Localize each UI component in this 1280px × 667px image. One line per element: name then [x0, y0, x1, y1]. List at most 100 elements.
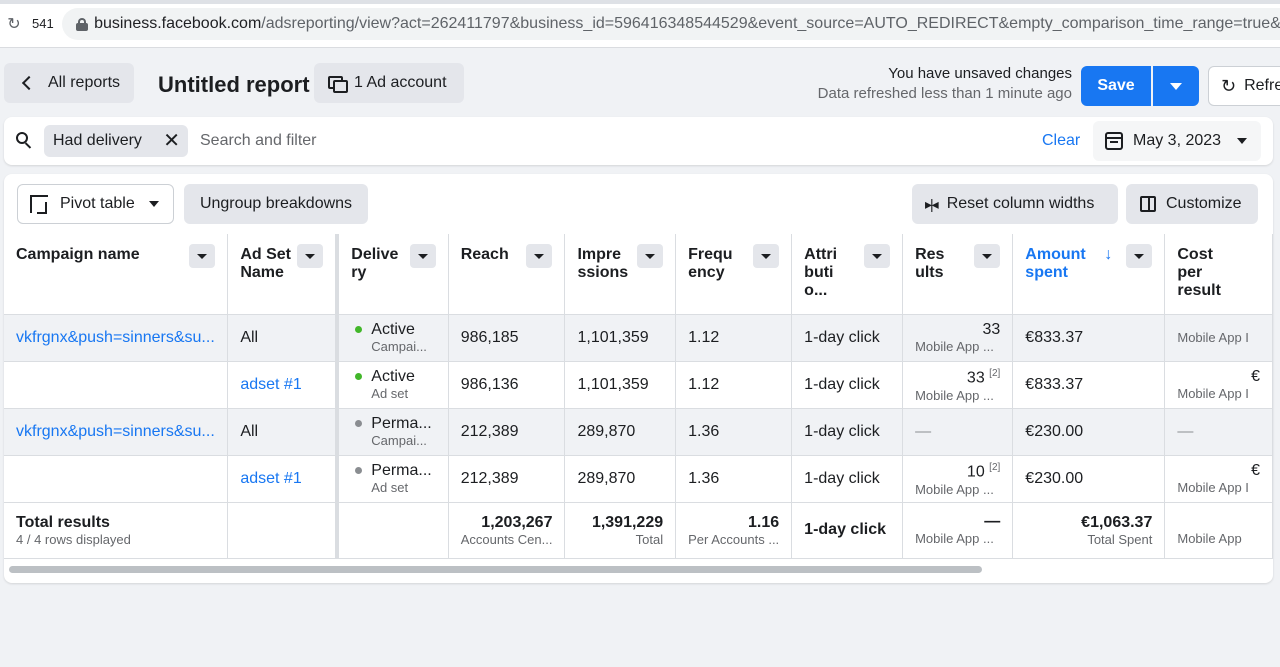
column-resize-icon: ▸|◂	[925, 195, 939, 212]
date-range-label: May 3, 2023	[1133, 132, 1222, 149]
attribution-cell: 1-day click	[791, 361, 904, 409]
delivery-status: Perma...	[371, 461, 432, 479]
column-menu-button[interactable]	[864, 244, 891, 268]
pivot-table-icon	[30, 195, 48, 214]
results-value: 33	[982, 320, 1001, 338]
results-cell: 33 [2] Mobile App ...	[902, 361, 1014, 409]
sort-descending-icon: ↓	[1104, 246, 1113, 263]
reload-icon[interactable]: ↻	[6, 14, 22, 34]
impressions-cell: 289,870	[564, 455, 677, 503]
cost-per-result-cell: € Mobile App I	[1164, 455, 1273, 503]
status-dot-inactive	[355, 466, 363, 474]
column-menu-button[interactable]	[409, 244, 436, 268]
column-menu-button[interactable]	[1126, 244, 1153, 268]
delivery-cell: Active Ad set	[337, 361, 449, 409]
total-label-cell: Total results 4 / 4 rows displayed	[4, 502, 229, 559]
filter-chip-had-delivery[interactable]: Had delivery ✕	[44, 125, 188, 157]
column-header-results[interactable]: Res ults	[902, 234, 1014, 315]
table-row[interactable]: adset #1 Perma... Ad set 212,389 289,870 …	[4, 455, 1273, 503]
footnote-marker[interactable]: [2]	[989, 462, 1000, 473]
column-header-reach[interactable]: Reach	[448, 234, 566, 315]
results-value: 10 [2]	[966, 462, 1001, 481]
column-header-cost-per-result[interactable]: Cost per result	[1164, 234, 1273, 315]
total-reach-cell: 1,203,267 Accounts Cen...	[448, 502, 566, 559]
ungroup-breakdowns-button[interactable]: Ungroup breakdowns	[184, 184, 368, 224]
column-menu-button[interactable]	[753, 244, 780, 268]
pivot-table-label: Pivot table	[60, 195, 135, 212]
ad-account-icon	[328, 76, 348, 93]
column-menu-button[interactable]	[526, 244, 553, 268]
column-header-amount-spent[interactable]: Amount spent ↓	[1012, 234, 1166, 315]
url-text[interactable]: business.facebook.com/adsreporting/view?…	[94, 15, 1280, 33]
table-row[interactable]: vkfrgnx&push=sinners&su... All Active Cam…	[4, 314, 1273, 362]
report-header: All reports Untitled report 1 Ad account…	[0, 48, 1280, 116]
column-header-impressions[interactable]: Impre ssions	[564, 234, 677, 315]
save-options-dropdown[interactable]	[1153, 66, 1199, 106]
search-input[interactable]: Search and filter	[200, 132, 317, 150]
column-header-frequency[interactable]: Frequ ency	[675, 234, 793, 315]
column-header-delivery[interactable]: Delive ry	[337, 234, 449, 315]
amount-spent-cell: €230.00	[1012, 408, 1166, 456]
column-menu-button[interactable]	[297, 244, 324, 268]
impressions-cell: 1,101,359	[564, 314, 677, 362]
reset-column-widths-button[interactable]: ▸|◂ Reset column widths	[912, 184, 1118, 224]
data-refreshed-text: Data refreshed less than 1 minute ago	[817, 85, 1072, 102]
page-title[interactable]: Untitled report	[158, 72, 310, 98]
campaign-name-link[interactable]: vkfrgnx&push=sinners&su...	[4, 408, 229, 456]
save-status: You have unsaved changes Data refreshed …	[818, 65, 1072, 102]
column-header-campaign-name[interactable]: Campaign name	[4, 234, 229, 315]
search-icon	[16, 132, 32, 148]
all-reports-button[interactable]: All reports	[4, 63, 134, 103]
results-cell: 10 [2] Mobile App ...	[902, 455, 1014, 503]
report-table: Campaign name Ad Set Name Delive ry Reac…	[4, 234, 1273, 559]
close-icon[interactable]: ✕	[163, 130, 180, 152]
delivery-level: Campai...	[371, 338, 427, 354]
footnote-marker[interactable]: [2]	[989, 368, 1000, 379]
campaign-name-link[interactable]	[4, 361, 229, 409]
date-range-picker[interactable]: May 3, 2023	[1093, 121, 1261, 161]
total-empty-cell	[337, 502, 449, 559]
clear-filters-link[interactable]: Clear	[1042, 132, 1080, 150]
column-header-ad-set-name[interactable]: Ad Set Name	[227, 234, 340, 315]
ad-set-name-link[interactable]: adset #1	[227, 455, 340, 503]
lock-icon[interactable]	[76, 17, 89, 31]
caret-down-icon	[1170, 82, 1182, 90]
results-type: Mobile App ...	[915, 481, 994, 497]
horizontal-scrollbar[interactable]	[9, 566, 982, 573]
column-menu-button[interactable]	[637, 244, 664, 268]
table-row[interactable]: vkfrgnx&push=sinners&su... All Perma... C…	[4, 408, 1273, 456]
customize-button[interactable]: Customize	[1126, 184, 1258, 224]
column-header-attribution[interactable]: Attri buti o...	[791, 234, 904, 315]
ad-account-button[interactable]: 1 Ad account	[314, 63, 464, 103]
save-button[interactable]: Save	[1081, 66, 1151, 106]
total-frequency-value: 1.16	[748, 513, 780, 531]
results-value: 33 [2]	[966, 368, 1001, 387]
total-reach-note: Accounts Cen...	[460, 531, 553, 547]
total-impressions-cell: 1,391,229 Total	[564, 502, 677, 559]
campaign-name-link[interactable]: vkfrgnx&push=sinners&su...	[4, 314, 229, 362]
total-reach-value: 1,203,267	[481, 513, 553, 531]
total-attribution-value: 1-day click	[804, 521, 886, 538]
frequency-cell: 1.12	[675, 361, 793, 409]
delivery-level: Campai...	[371, 432, 427, 448]
address-bar[interactable]: business.facebook.com/adsreporting/view?…	[62, 8, 1280, 40]
attribution-cell: 1-day click	[791, 455, 904, 503]
browser-url-bar: ↻ 541 business.facebook.com/adsreporting…	[0, 0, 1280, 48]
pivot-table-dropdown[interactable]: Pivot table	[17, 184, 174, 224]
total-cost-cell: Mobile App	[1164, 502, 1273, 559]
ad-set-name-link[interactable]: adset #1	[227, 361, 340, 409]
total-amount-value: €1,063.37	[1081, 513, 1153, 531]
reset-column-widths-label: Reset column widths	[946, 195, 1095, 212]
column-menu-button[interactable]	[189, 244, 216, 268]
campaign-name-link[interactable]	[4, 455, 229, 503]
results-type: Mobile App ...	[915, 338, 994, 354]
column-menu-button[interactable]	[974, 244, 1001, 268]
unsaved-changes-text: You have unsaved changes	[888, 65, 1072, 82]
cost-per-result-cell: € Mobile App I	[1164, 361, 1273, 409]
impressions-cell: 1,101,359	[564, 361, 677, 409]
table-row[interactable]: adset #1 Active Ad set 986,136 1,101,359 …	[4, 361, 1273, 409]
cost-per-result-cell: Mobile App I	[1164, 314, 1273, 362]
total-results-value: —	[984, 513, 1001, 530]
total-amount-note: Total Spent	[1087, 531, 1153, 547]
refresh-button[interactable]: ↻ Refresh	[1208, 66, 1280, 106]
